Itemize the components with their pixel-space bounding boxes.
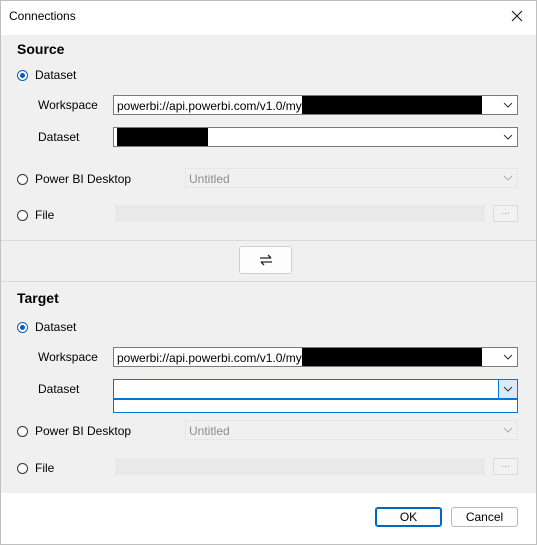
target-file-label: File (35, 461, 55, 475)
radio-indicator (17, 462, 28, 474)
target-heading: Target (17, 290, 59, 306)
chevron-down-icon (503, 102, 513, 108)
close-icon (511, 10, 523, 22)
source-dataset-radio[interactable]: Dataset (17, 68, 76, 82)
title-bar: Connections (1, 1, 536, 31)
source-file-path-input[interactable] (115, 205, 485, 222)
cancel-button[interactable]: Cancel (451, 507, 518, 527)
source-desktop-radio[interactable]: Power BI Desktop (17, 172, 131, 186)
redacted-block (302, 348, 482, 366)
source-workspace-value: powerbi://api.powerbi.com/v1.0/myorg (117, 99, 320, 113)
target-desktop-value: Untitled (189, 424, 230, 438)
target-desktop-label: Power BI Desktop (35, 424, 132, 438)
source-desktop-value: Untitled (189, 172, 230, 186)
target-dataset-label: Dataset (35, 320, 77, 334)
swap-button[interactable] (239, 246, 292, 274)
source-heading: Source (17, 41, 65, 57)
source-browse-button[interactable]: ... (493, 205, 518, 222)
source-dataset-combo[interactable] (113, 127, 518, 147)
source-desktop-label: Power BI Desktop (35, 172, 132, 186)
chevron-down-icon (503, 386, 513, 392)
target-workspace-dropdown-button[interactable] (499, 348, 517, 366)
source-desktop-combo[interactable]: Untitled (185, 168, 518, 188)
chevron-down-icon (503, 354, 513, 360)
target-desktop-radio[interactable]: Power BI Desktop (17, 424, 131, 438)
radio-indicator (17, 173, 28, 185)
redacted-block (117, 128, 208, 146)
target-file-path-input[interactable] (115, 458, 485, 475)
chevron-down-icon (503, 427, 513, 433)
radio-indicator (17, 321, 28, 333)
connections-dialog: Connections Source Dataset Workspace pow… (0, 0, 537, 545)
source-workspace-dropdown-button[interactable] (499, 96, 517, 114)
window-title: Connections (9, 9, 76, 23)
source-file-label: File (35, 208, 55, 222)
radio-indicator (17, 209, 28, 221)
source-dataset-label: Dataset (35, 68, 77, 82)
target-workspace-value: powerbi://api.powerbi.com/v1.0/myorg (117, 351, 320, 365)
source-workspace-label: Workspace (38, 98, 98, 112)
dialog-footer: OK Cancel (1, 493, 536, 544)
target-workspace-label: Workspace (38, 350, 98, 364)
target-desktop-dropdown-button[interactable] (499, 421, 517, 439)
ok-button[interactable]: OK (375, 507, 442, 527)
target-browse-button[interactable]: ... (493, 458, 518, 475)
source-dataset-field-label: Dataset (38, 130, 80, 144)
source-dataset-dropdown-button[interactable] (499, 128, 517, 146)
source-workspace-combo[interactable]: powerbi://api.powerbi.com/v1.0/myorg (113, 95, 518, 115)
target-dataset-dropdown-list[interactable] (113, 399, 518, 413)
target-desktop-combo[interactable]: Untitled (185, 420, 518, 440)
target-file-radio[interactable]: File (17, 461, 54, 475)
radio-indicator (17, 425, 28, 437)
chevron-down-icon (503, 175, 513, 181)
target-dataset-combo[interactable] (113, 379, 518, 399)
target-workspace-combo[interactable]: powerbi://api.powerbi.com/v1.0/myorg (113, 347, 518, 367)
target-dataset-radio[interactable]: Dataset (17, 320, 76, 334)
divider (1, 281, 536, 282)
redacted-block (302, 96, 482, 114)
close-button[interactable] (506, 5, 528, 27)
target-dataset-dropdown-button[interactable] (498, 380, 517, 398)
divider (1, 240, 536, 241)
source-file-radio[interactable]: File (17, 208, 54, 222)
target-dataset-field-label: Dataset (38, 382, 80, 396)
radio-indicator (17, 69, 28, 81)
connections-body: Source Dataset Workspace powerbi://api.p… (1, 35, 536, 493)
swap-arrows-icon (259, 254, 272, 266)
source-desktop-dropdown-button[interactable] (499, 169, 517, 187)
chevron-down-icon (503, 134, 513, 140)
